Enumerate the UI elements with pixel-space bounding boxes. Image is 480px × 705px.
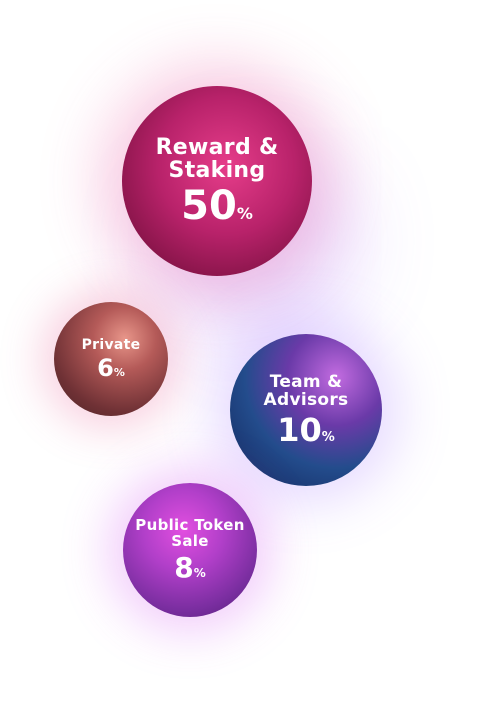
value-unit: %: [321, 429, 335, 445]
bubble-reward-staking: Reward & Staking 50%: [122, 86, 312, 276]
value-unit: %: [236, 204, 253, 224]
bubble-value: 10%: [277, 414, 335, 446]
bubble-label: Public Token Sale: [135, 516, 245, 550]
value-number: 10: [277, 410, 322, 449]
bubble-label: Reward & Staking: [155, 134, 279, 183]
bubble-private: Private 6%: [54, 302, 168, 416]
value-number: 50: [181, 183, 237, 230]
bubble-label: Team & Advisors: [263, 372, 349, 410]
bubble-public-token-sale: Public Token Sale 8%: [123, 483, 257, 617]
value-unit: %: [113, 366, 125, 380]
bubble-team-advisors: Team & Advisors 10%: [230, 334, 382, 486]
bubble-value: 6%: [97, 356, 125, 380]
value-unit: %: [193, 565, 206, 580]
bubble-value: 8%: [174, 550, 206, 584]
bubble-value: 50%: [181, 186, 253, 226]
bubble-label: Private: [81, 336, 141, 353]
value-number: 6: [97, 354, 114, 383]
value-number: 8: [174, 550, 194, 584]
